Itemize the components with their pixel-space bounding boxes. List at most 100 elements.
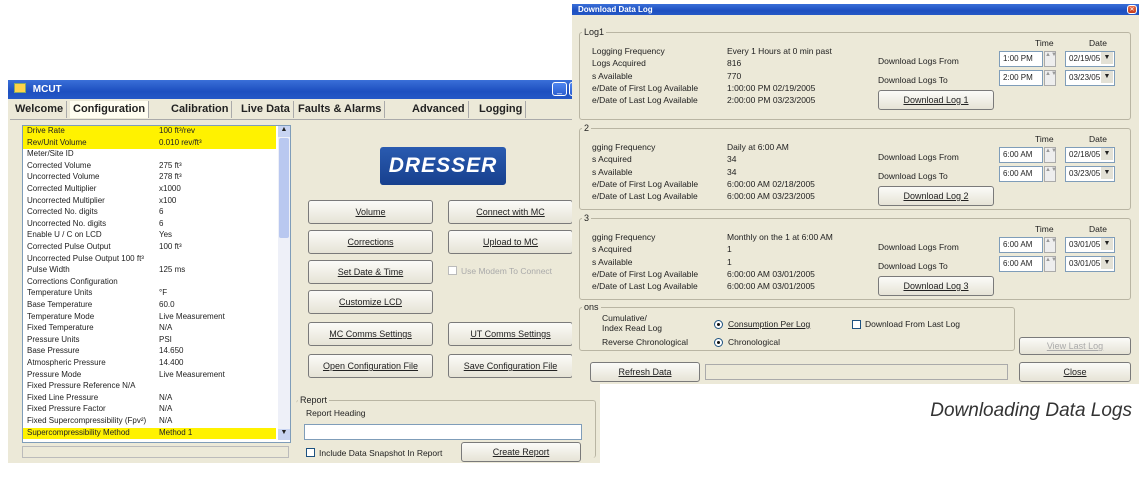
config-key: Supercompressibility Method (27, 427, 130, 437)
customize-lcd-button[interactable]: Customize LCD (308, 290, 433, 314)
config-key: Temperature Units (27, 288, 93, 298)
config-value: 14.650 (159, 346, 184, 356)
log-group-label: 3 (582, 213, 592, 223)
chevron-down-icon[interactable]: ▼ (1101, 52, 1113, 64)
config-list[interactable]: Drive Rate 100 ft³/rev Rev/Unit Volume 0.01… (22, 125, 291, 443)
reverse-chrono-label: Reverse Chronological (602, 337, 688, 347)
config-row[interactable]: Rev/Unit Volume 0.010 rev/ft³ (23, 137, 276, 150)
chronological-radio[interactable] (714, 338, 723, 347)
tab-calibration[interactable]: Calibration (168, 101, 233, 118)
config-key: Uncorrected Pulse Output 100 ft³ (27, 253, 144, 263)
set-date-time-button[interactable]: Set Date & Time (308, 260, 433, 284)
report-heading-input[interactable] (304, 424, 582, 440)
tab-faults-alarms[interactable]: Faults & Alarms (295, 101, 386, 118)
create-report-button[interactable]: Create Report (461, 442, 581, 462)
config-row[interactable]: Pulse Width 125 ms (23, 265, 276, 277)
download-last-checkbox[interactable] (852, 320, 861, 329)
config-key: Fixed Pressure Factor (27, 404, 106, 414)
config-value: x100 (159, 195, 177, 205)
config-row[interactable]: Corrected Pulse Output 100 ft³ (23, 242, 276, 254)
to-time-input[interactable]: 6:00 AM (999, 256, 1043, 272)
config-row[interactable]: Uncorrected Pulse Output 100 ft³ (23, 254, 276, 266)
scroll-down-arrow[interactable]: ▼ (278, 429, 290, 440)
download-log-button[interactable]: Download Log 1 (878, 90, 994, 110)
config-row[interactable]: Temperature Units °F (23, 288, 276, 300)
config-row[interactable]: Corrected Multiplier x1000 (23, 184, 276, 196)
config-row[interactable]: Corrections Configuration (23, 277, 276, 289)
chevron-down-icon[interactable]: ▼ (1101, 238, 1113, 250)
save-config-button[interactable]: Save Configuration File (448, 354, 573, 378)
config-row[interactable]: Supercompressibility Method Method 1 (23, 427, 276, 440)
volume-button[interactable]: Volume (308, 200, 433, 224)
from-time-spinner[interactable]: ▲▼ (1044, 147, 1057, 163)
window-title: MCUT (32, 84, 62, 95)
log-stat-label: e/Date of First Log Available (592, 82, 699, 93)
to-time-spinner[interactable]: ▲▼ (1044, 166, 1057, 182)
config-row[interactable]: Corrected Volume 275 ft³ (23, 161, 276, 173)
config-row[interactable]: Meter/Site ID (23, 149, 276, 161)
config-row[interactable]: Fixed Pressure Factor N/A (23, 404, 276, 416)
time-header: Time (1035, 134, 1054, 144)
list-scrollbar[interactable]: ▲ ▼ (278, 126, 290, 440)
config-row[interactable]: Temperature Mode Live Measurement (23, 312, 276, 324)
date-header: Date (1089, 224, 1107, 234)
to-time-input[interactable]: 6:00 AM (999, 166, 1043, 182)
download-log-button[interactable]: Download Log 2 (878, 186, 994, 206)
config-row[interactable]: Corrected No. digits 6 (23, 207, 276, 219)
config-row[interactable]: Base Temperature 60.0 (23, 300, 276, 312)
ddl-close-button[interactable]: ✕ (1127, 5, 1137, 14)
app-icon (14, 83, 26, 93)
chronological-label: Chronological (728, 337, 780, 347)
corrections-button[interactable]: Corrections (308, 230, 433, 254)
tab-logging[interactable]: Logging (476, 101, 527, 118)
config-row[interactable]: Fixed Pressure Reference N/A (23, 381, 276, 393)
to-time-spinner[interactable]: ▲▼ (1044, 256, 1057, 272)
config-row[interactable]: Fixed Line Pressure N/A (23, 393, 276, 405)
from-time-input[interactable]: 1:00 PM (999, 51, 1043, 67)
from-time-input[interactable]: 6:00 AM (999, 147, 1043, 163)
scroll-up-arrow[interactable]: ▲ (278, 126, 290, 137)
tab-advanced[interactable]: Advanced (409, 101, 469, 118)
config-row[interactable]: Fixed Temperature N/A (23, 323, 276, 335)
refresh-data-button[interactable]: Refresh Data (590, 362, 700, 382)
progress-bar (705, 364, 1008, 380)
view-last-log-button[interactable]: View Last Log (1019, 337, 1131, 355)
use-modem-checkbox[interactable] (448, 266, 457, 275)
config-row[interactable]: Pressure Mode Live Measurement (23, 370, 276, 382)
from-time-spinner[interactable]: ▲▼ (1044, 51, 1057, 67)
chevron-down-icon[interactable]: ▼ (1101, 148, 1113, 160)
config-row[interactable]: Uncorrected No. digits 6 (23, 219, 276, 231)
mc-comms-button[interactable]: MC Comms Settings (308, 322, 433, 346)
close-button-ddl[interactable]: Close (1019, 362, 1131, 382)
config-row[interactable]: Uncorrected Volume 278 ft³ (23, 172, 276, 184)
include-snapshot-checkbox[interactable] (306, 448, 315, 457)
minimize-button[interactable]: _ (552, 82, 567, 96)
config-row[interactable]: Uncorrected Multiplier x100 (23, 196, 276, 208)
connect-button[interactable]: Connect with MC (448, 200, 573, 224)
config-row[interactable]: Enable U / C on LCD Yes (23, 230, 276, 242)
to-time-input[interactable]: 2:00 PM (999, 70, 1043, 86)
config-row[interactable]: Fixed Supercompressibility (Fpv²) N/A (23, 416, 276, 428)
config-row[interactable]: Pressure Units PSI (23, 335, 276, 347)
config-row[interactable]: Atmospheric Pressure 14.400 (23, 358, 276, 370)
config-value: °F (159, 288, 168, 298)
config-key: Pressure Units (27, 334, 80, 344)
from-time-input[interactable]: 6:00 AM (999, 237, 1043, 253)
tab-configuration[interactable]: Configuration (70, 101, 150, 118)
open-config-button[interactable]: Open Configuration File (308, 354, 433, 378)
upload-button[interactable]: Upload to MC (448, 230, 573, 254)
tab-welcome[interactable]: Welcome (12, 101, 68, 118)
ut-comms-button[interactable]: UT Comms Settings (448, 322, 573, 346)
chevron-down-icon[interactable]: ▼ (1101, 167, 1113, 179)
download-log-button[interactable]: Download Log 3 (878, 276, 994, 296)
config-row[interactable]: Drive Rate 100 ft³/rev (23, 126, 276, 138)
chevron-down-icon[interactable]: ▼ (1101, 71, 1113, 83)
scroll-thumb[interactable] (279, 138, 289, 238)
tab-live-data[interactable]: Live Data (238, 101, 294, 118)
consumption-radio[interactable] (714, 320, 723, 329)
mcut-titlebar: MCUT (8, 80, 600, 99)
chevron-down-icon[interactable]: ▼ (1101, 257, 1113, 269)
config-row[interactable]: Base Pressure 14.650 (23, 346, 276, 358)
to-time-spinner[interactable]: ▲▼ (1044, 70, 1057, 86)
from-time-spinner[interactable]: ▲▼ (1044, 237, 1057, 253)
